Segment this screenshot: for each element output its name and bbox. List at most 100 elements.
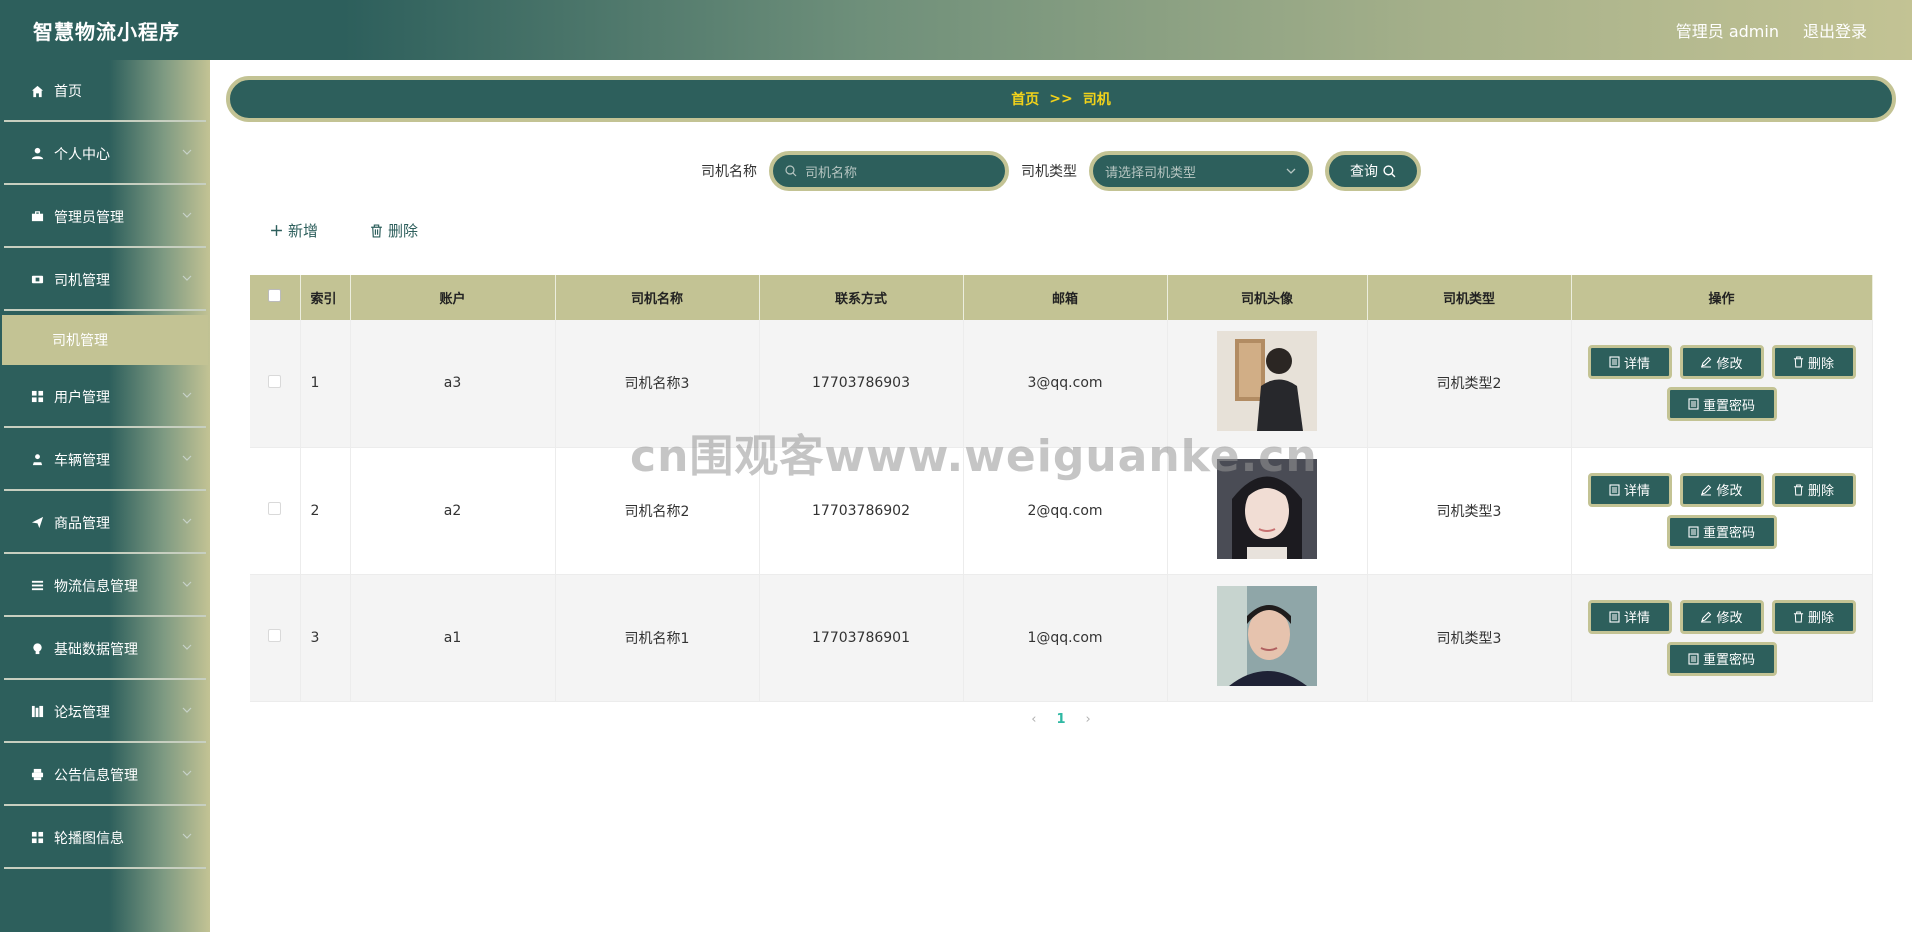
briefcase-icon (30, 210, 44, 224)
sidebar-item-home[interactable]: 首页 (0, 60, 210, 122)
document-icon (1688, 398, 1699, 410)
edit-button[interactable]: 修改 (1679, 472, 1764, 507)
cell-avatar (1167, 447, 1368, 575)
column-header: 索引 (300, 275, 351, 320)
edit-button[interactable]: 修改 (1679, 345, 1764, 380)
detail-button[interactable]: 详情 (1587, 599, 1672, 634)
driver-avatar-image[interactable] (1217, 585, 1317, 686)
cell-driver-type: 司机类型3 (1367, 447, 1572, 575)
breadcrumb-home[interactable]: 首页 (1011, 89, 1039, 109)
top-header: 智慧物流小程序 管理员 admin 退出登录 (0, 0, 1912, 60)
query-button-label: 查询 (1350, 164, 1378, 180)
sidebar-item-carousel[interactable]: 轮播图信息 (0, 806, 210, 869)
driver-avatar-image[interactable] (1217, 458, 1317, 559)
reset-password-button[interactable]: 重置密码 (1666, 514, 1777, 549)
delete-button-label: 删除 (1807, 611, 1834, 626)
cell-driver-type: 司机类型2 (1367, 320, 1572, 448)
detail-button[interactable]: 详情 (1587, 345, 1672, 380)
cell-operations: 详情 修改 删除 重置密码 (1571, 574, 1873, 702)
sidebar-item-label: 商品管理 (54, 515, 110, 532)
cell-account: a2 (350, 447, 556, 575)
sidebar-subitem-driver-management[interactable]: 司机管理 (2, 315, 208, 365)
trash-icon (371, 223, 382, 238)
current-user-label[interactable]: 管理员 admin (1676, 18, 1779, 42)
trash-icon (1793, 356, 1804, 368)
cell-phone: 17703786902 (759, 447, 964, 575)
row-checkbox[interactable] (268, 374, 282, 388)
cell-email: 1@qq.com (963, 574, 1168, 702)
main-content: 首页 >> 司机 司机名称 司机名称 司机类型 请选择司机类型 查询 新增 删除 (210, 60, 1912, 932)
driver-table: 索引 账户 司机名称 联系方式 邮箱 司机头像 司机类型 操作 1 a3 司机名… (250, 275, 1873, 702)
select-all-checkbox[interactable] (268, 289, 282, 302)
sidebar-item-users[interactable]: 用户管理 (0, 365, 210, 428)
sidebar-item-label: 用户管理 (54, 389, 110, 406)
batch-delete-button[interactable]: 删除 (370, 220, 418, 241)
logout-button[interactable]: 退出登录 (1803, 18, 1867, 42)
delete-button[interactable]: 删除 (1771, 599, 1856, 634)
reset-password-button[interactable]: 重置密码 (1666, 387, 1777, 422)
row-checkbox[interactable] (268, 502, 282, 515)
table-row: 3 a1 司机名称1 17703786901 1@qq.com 司机类型3 详情… (250, 574, 1873, 702)
edit-button[interactable]: 修改 (1679, 599, 1764, 634)
chevron-down-icon (182, 275, 192, 281)
column-header: 司机名称 (555, 275, 760, 320)
action-bar: 新增 删除 (270, 220, 470, 241)
next-page-button[interactable]: › (1086, 712, 1091, 727)
sidebar-item-driver[interactable]: 司机管理 (0, 248, 210, 311)
chevron-down-icon (182, 392, 192, 398)
breadcrumb-current: 司机 (1082, 92, 1111, 108)
cell-driver-name: 司机名称3 (555, 320, 760, 448)
detail-button-label: 详情 (1623, 484, 1650, 499)
cell-email: 3@qq.com (963, 320, 1168, 448)
driver-avatar-image[interactable] (1217, 331, 1317, 432)
delete-button[interactable]: 删除 (1771, 345, 1856, 380)
add-button[interactable]: 新增 (270, 220, 318, 241)
sidebar-item-label: 司机管理 (54, 272, 110, 289)
driver-type-label: 司机类型 (1021, 164, 1077, 180)
driver-name-input[interactable]: 司机名称 (769, 151, 1009, 191)
sidebar-item-forum[interactable]: 论坛管理 (0, 680, 210, 743)
detail-button[interactable]: 详情 (1587, 472, 1672, 507)
chevron-down-icon (182, 581, 192, 587)
cell-account: a3 (350, 320, 556, 448)
prev-page-button[interactable]: ‹ (1031, 712, 1036, 727)
delete-button-label: 删除 (1807, 484, 1834, 499)
breadcrumb: 首页 >> 司机 (226, 76, 1896, 122)
home-icon (30, 84, 44, 98)
column-header: 联系方式 (759, 275, 964, 320)
driver-name-placeholder: 司机名称 (805, 165, 858, 181)
sidebar-item-label: 论坛管理 (54, 704, 110, 721)
trash-icon (1793, 610, 1804, 623)
row-checkbox[interactable] (268, 629, 282, 642)
sidebar: 首页 个人中心 管理员管理 司机管理 司机管理 用户管理 车辆管理 商品管理 物… (0, 60, 210, 932)
edit-button-label: 修改 (1716, 356, 1743, 372)
sidebar-item-vehicles[interactable]: 车辆管理 (0, 428, 210, 491)
reset-password-button[interactable]: 重置密码 (1666, 641, 1777, 676)
driver-icon (30, 273, 44, 287)
query-button[interactable]: 查询 (1325, 151, 1421, 191)
sidebar-item-personal[interactable]: 个人中心 (0, 122, 210, 185)
breadcrumb-separator: >> (1049, 91, 1073, 107)
chevron-down-icon (182, 770, 192, 776)
chevron-down-icon (182, 518, 192, 524)
sidebar-item-label: 首页 (54, 84, 82, 100)
pencil-icon (1701, 484, 1712, 496)
sidebar-item-logistics[interactable]: 物流信息管理 (0, 554, 210, 617)
app-title: 智慧物流小程序 (33, 19, 180, 44)
sidebar-item-label: 公告信息管理 (54, 767, 138, 784)
select-all-cell (250, 275, 301, 320)
list-icon (30, 579, 44, 593)
page-number-current[interactable]: 1 (1056, 712, 1065, 727)
pencil-icon (1701, 611, 1712, 623)
batch-delete-label: 删除 (388, 222, 419, 240)
cell-operations: 详情 修改 删除 重置密码 (1571, 320, 1873, 448)
sidebar-item-basic-data[interactable]: 基础数据管理 (0, 617, 210, 680)
sidebar-item-notices[interactable]: 公告信息管理 (0, 743, 210, 806)
cell-driver-name: 司机名称1 (555, 574, 760, 702)
search-icon (785, 165, 797, 177)
sidebar-item-goods[interactable]: 商品管理 (0, 491, 210, 554)
driver-type-select[interactable]: 请选择司机类型 (1089, 151, 1313, 191)
search-bar: 司机名称 司机名称 司机类型 请选择司机类型 查询 (210, 150, 1912, 192)
delete-button[interactable]: 删除 (1771, 472, 1856, 507)
sidebar-item-admin[interactable]: 管理员管理 (0, 185, 210, 248)
